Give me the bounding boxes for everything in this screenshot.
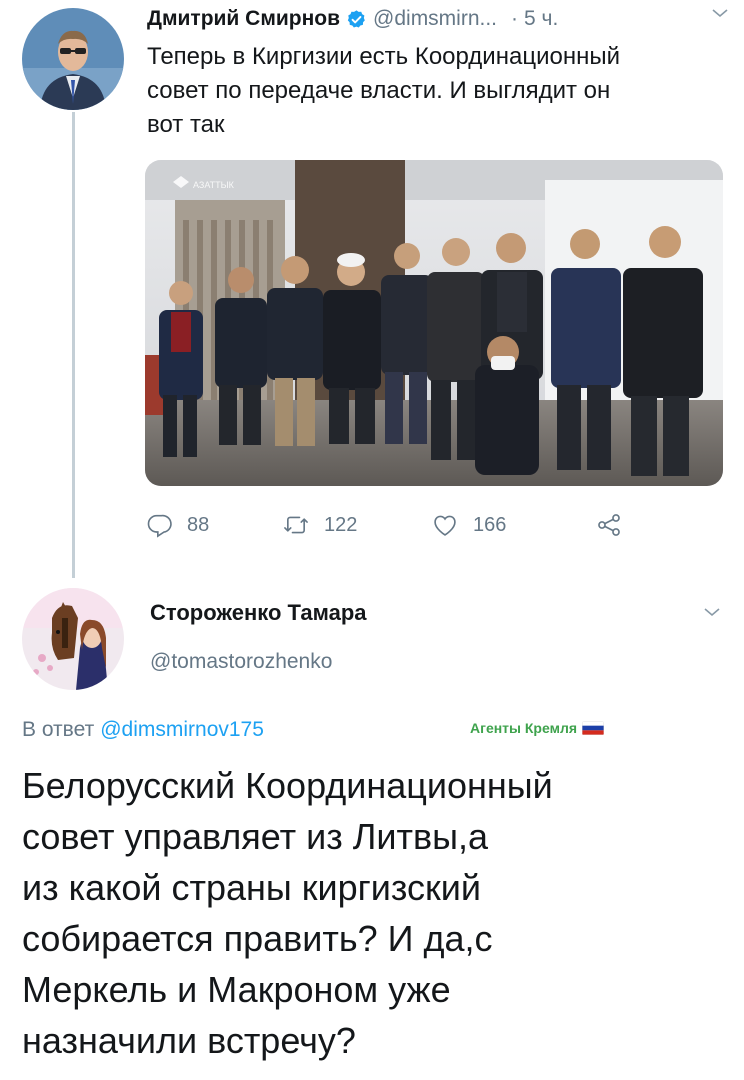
tweet-text-line: совет по передаче власти. И выглядит он — [147, 77, 611, 104]
reply-text: Белорусский Координационный совет управл… — [22, 760, 722, 1066]
reply-button[interactable]: 88 — [145, 505, 209, 545]
tweet-header: Дмитрий Смирнов @dimsmirn... · 5 ч. — [147, 4, 727, 34]
tweet-text: Теперь в Киргизии есть Координационный с… — [147, 40, 732, 142]
chevron-down-icon[interactable] — [702, 602, 722, 622]
reply-text-line: из какой страны киргизский — [22, 867, 481, 908]
watermark-text: АЗАТТЫК — [193, 180, 235, 190]
thread-connector-line — [72, 112, 75, 578]
share-icon — [598, 514, 620, 536]
group-photo-image: АЗАТТЫК — [145, 160, 723, 486]
russian-flag-icon — [582, 721, 605, 735]
tweet-photo[interactable]: АЗАТТЫК — [145, 160, 723, 486]
kremlin-agents-badge: Агенты Кремля — [470, 720, 605, 736]
heart-icon — [434, 515, 456, 536]
author-handle[interactable]: @dimsmirn... — [373, 7, 497, 31]
tweet-text-line: вот так — [147, 111, 225, 138]
reply-text-line: назначили встречу? — [22, 1020, 356, 1061]
retweet-count: 122 — [324, 513, 358, 536]
header-separator: · — [511, 7, 519, 30]
retweet-icon — [284, 516, 308, 534]
retweet-button[interactable]: 122 — [282, 505, 357, 545]
like-button[interactable]: 166 — [431, 505, 506, 545]
reply-text-line: совет управляет из Литвы,а — [22, 816, 488, 857]
chevron-down-icon[interactable] — [710, 3, 730, 23]
like-count: 166 — [473, 513, 507, 536]
tweet-action-bar: 88 122 166 — [145, 505, 645, 545]
reply-text-line: Меркель и Макроном уже — [22, 969, 451, 1010]
tweet-text-line: Теперь в Киргизии есть Координационный — [147, 43, 620, 70]
verified-badge-icon — [347, 9, 365, 28]
reply-author-avatar[interactable] — [22, 588, 124, 690]
tweet-timestamp[interactable]: 5 ч. — [524, 7, 558, 31]
author-avatar[interactable] — [22, 8, 124, 110]
reply-text-line: собирается править? И да,с — [22, 918, 493, 959]
author-name[interactable]: Дмитрий Смирнов — [147, 7, 340, 31]
reply-text-line: Белорусский Координационный — [22, 765, 553, 806]
in-reply-to-label: В ответ — [22, 718, 95, 741]
in-reply-to-handle[interactable]: @dimsmirnov175 — [100, 718, 264, 742]
share-button[interactable] — [595, 505, 623, 545]
reply-author-handle[interactable]: @tomastorozhenko — [150, 650, 332, 674]
reply-author-name[interactable]: Стороженко Тамара — [150, 600, 367, 626]
in-reply-to: В ответ @dimsmirnov175 — [22, 715, 722, 745]
badge-label: Агенты Кремля — [470, 720, 578, 736]
reply-count: 88 — [187, 513, 210, 536]
reply-icon — [147, 514, 172, 538]
